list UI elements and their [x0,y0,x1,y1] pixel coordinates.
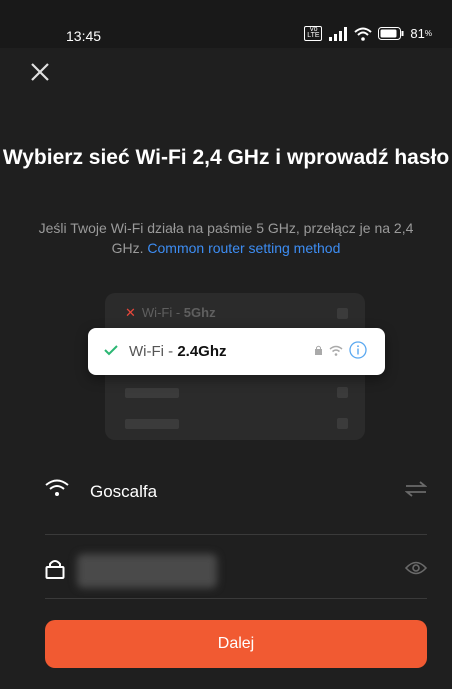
router-settings-link[interactable]: Common router setting method [147,240,340,256]
battery-level: 81 [410,26,425,41]
status-time: 13:45 [66,28,102,44]
lock-icon [45,560,65,579]
illus-box [337,308,348,319]
illus-selected-network: Wi-Fi - 2.4Ghz [88,328,385,375]
battery-icon [378,27,404,40]
subtitle: Jeśli Twoje Wi-Fi działa na paśmie 5 GHz… [38,218,414,258]
wifi-small-icon [329,345,343,356]
illus-box [337,418,348,429]
illus-good-prefix: Wi-Fi - [129,343,178,360]
page-title: Wybierz sieć Wi-Fi 2,4 GHz i wprowadź ha… [2,146,450,169]
check-icon [104,345,118,356]
next-button[interactable]: Dalej [45,620,427,668]
wifi-icon [45,479,69,496]
illus-good-label: Wi-Fi - 2.4Ghz [129,343,227,360]
lte-badge-text: LTE [307,32,320,39]
illus-box [337,387,348,398]
close-icon[interactable] [28,60,52,84]
lock-small-icon [315,345,322,355]
password-field[interactable] [45,548,427,592]
divider [45,534,427,535]
wifi-network-field[interactable]: Goscalfa [45,468,427,512]
illus-bad-band: 5Ghz [183,305,216,320]
divider [45,598,427,599]
status-bar: 13:45 Vo LTE 81% [0,0,452,48]
screen: 13:45 Vo LTE 81% Wybierz sieć Wi-Fi 2,4 G… [0,0,452,689]
lte-badge-icon: Vo LTE [304,26,323,41]
illus-row-5ghz: ✕ Wi-Fi - 5Ghz [125,305,216,321]
illus-good-band: 2.4Ghz [177,343,227,360]
battery-unit: % [424,29,432,38]
eye-icon[interactable] [405,560,427,576]
info-icon [349,341,367,359]
wifi-status-icon [354,27,373,41]
status-icons: Vo LTE 81% [304,26,432,41]
illus-bar [125,419,179,429]
signal-icon [329,26,348,41]
cross-icon: ✕ [125,305,136,320]
illus-network-icons [314,341,367,359]
wifi-network-name: Goscalfa [90,482,158,501]
illus-bad-prefix: Wi-Fi - [141,305,184,320]
swap-icon[interactable] [405,480,427,498]
password-value-obscured [77,554,217,588]
illus-bar [125,388,179,398]
